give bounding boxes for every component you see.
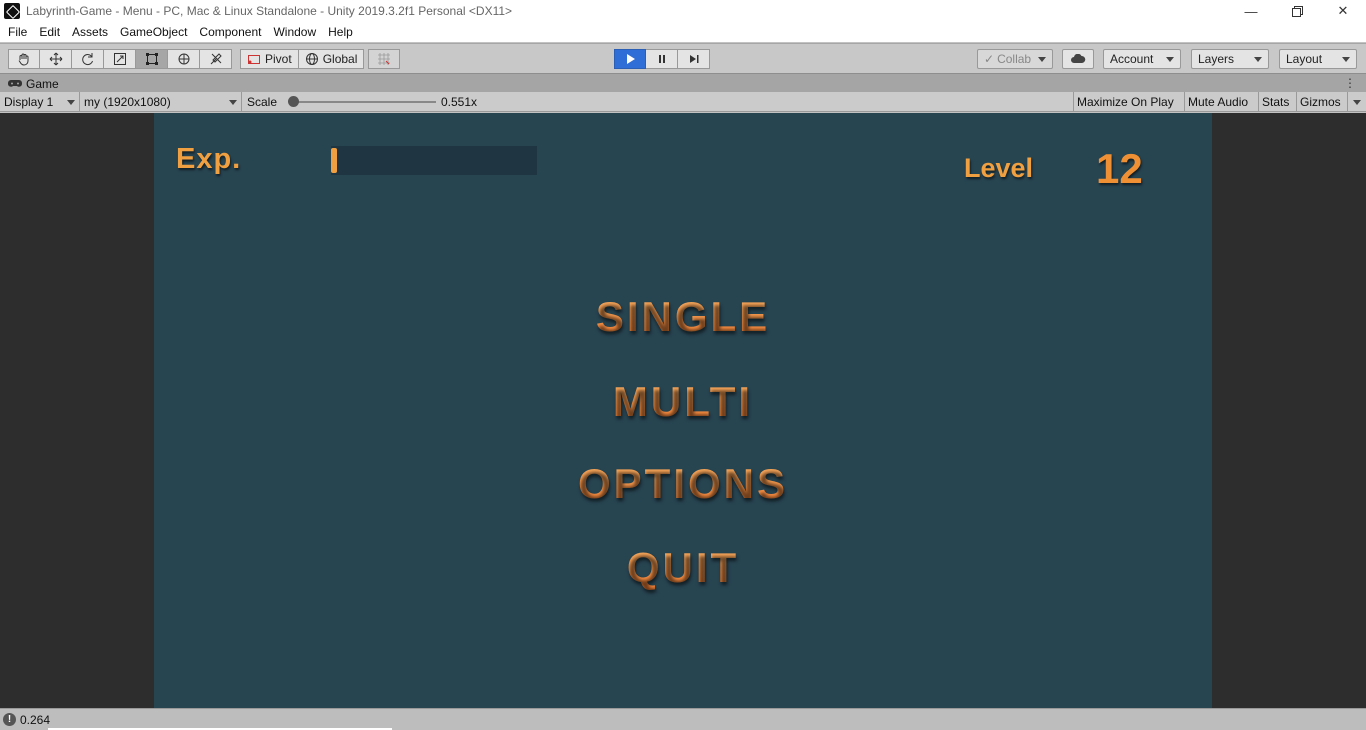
global-label: Global [322, 52, 358, 66]
pivot-toggles: Pivot Global [240, 49, 401, 69]
mute-audio-toggle[interactable]: Mute Audio [1184, 92, 1251, 112]
rect-tool-icon[interactable] [136, 49, 168, 69]
menu-file[interactable]: File [2, 22, 33, 42]
layers-label: Layers [1198, 52, 1235, 66]
cloud-button[interactable] [1062, 49, 1094, 69]
stats-label: Stats [1262, 95, 1290, 109]
restore-icon[interactable] [1274, 0, 1320, 22]
quit-button[interactable]: QUIT [154, 544, 1212, 592]
more-options-icon[interactable]: ⋮ [1344, 76, 1356, 90]
chevron-down-icon [1038, 56, 1046, 62]
move-tool-icon[interactable] [40, 49, 72, 69]
unity-logo-icon [4, 3, 20, 19]
status-bar: ! 0.264 [0, 708, 1366, 730]
pivot-button[interactable]: Pivot [240, 49, 299, 69]
scale-tool-icon[interactable] [104, 49, 136, 69]
scale-slider-track[interactable] [290, 101, 436, 103]
exp-label: Exp. [176, 143, 242, 175]
main-toolbar: Pivot Global ✓ Collab Account Layers Lay… [0, 43, 1366, 73]
display-label: Display 1 [4, 95, 54, 109]
custom-tool-icon[interactable] [200, 49, 232, 69]
global-button[interactable]: Global [298, 49, 365, 69]
menu-edit[interactable]: Edit [33, 22, 66, 42]
collab-label: Collab [997, 52, 1032, 66]
single-label: SINGLE [595, 293, 771, 340]
stats-toggle[interactable]: Stats [1258, 92, 1292, 112]
quit-label: QUIT [626, 544, 740, 591]
menu-gameobject[interactable]: GameObject [114, 22, 193, 42]
maximize-label: Maximize On Play [1077, 95, 1174, 109]
tab-game-label: Game [26, 76, 59, 91]
close-icon[interactable]: ✕ [1320, 0, 1366, 22]
chevron-down-icon [67, 99, 75, 105]
minimize-icon[interactable]: — [1228, 0, 1274, 22]
grid-snap-icon[interactable] [368, 49, 401, 69]
game-screen[interactable]: Exp. Level 12 SINGLE MULTI OPTIONS QUIT [154, 113, 1212, 708]
game-view-toolbar: Display 1 my (1920x1080) Scale 0.551x Ma… [0, 92, 1366, 112]
check-icon: ✓ [984, 52, 995, 66]
playback-controls [614, 49, 710, 69]
tab-game[interactable]: Game [4, 74, 63, 93]
menu-help[interactable]: Help [322, 22, 359, 42]
collab-dropdown[interactable]: ✓ Collab [977, 49, 1053, 69]
display-dropdown[interactable]: Display 1 [0, 92, 80, 112]
chevron-down-icon [1342, 56, 1350, 62]
rotate-tool-icon[interactable] [72, 49, 104, 69]
hand-tool-icon[interactable] [8, 49, 40, 69]
menu-window[interactable]: Window [267, 22, 322, 42]
gizmos-toggle[interactable]: Gizmos [1296, 92, 1344, 112]
status-value: 0.264 [20, 712, 51, 727]
resolution-label: my (1920x1080) [84, 95, 171, 109]
title-bar: Labyrinth-Game - Menu - PC, Mac & Linux … [0, 0, 1366, 22]
multi-label: MULTI [612, 378, 754, 425]
chevron-down-icon [229, 99, 237, 105]
options-label: OPTIONS [577, 460, 789, 507]
chevron-down-icon [1353, 99, 1361, 105]
menu-component[interactable]: Component [193, 22, 267, 42]
transform-tools [8, 49, 232, 69]
level-value: 12 [1096, 145, 1143, 192]
scale-slider-thumb[interactable] [288, 96, 299, 107]
single-button[interactable]: SINGLE [154, 293, 1212, 341]
gizmos-label: Gizmos [1300, 95, 1341, 109]
layers-dropdown[interactable]: Layers [1191, 49, 1269, 69]
layout-dropdown[interactable]: Layout [1279, 49, 1357, 69]
gamepad-icon [8, 80, 22, 87]
account-label: Account [1110, 52, 1154, 66]
exp-progress-bar [331, 146, 537, 175]
transform-tool-icon[interactable] [168, 49, 200, 69]
step-icon[interactable] [678, 49, 710, 69]
account-dropdown[interactable]: Account [1103, 49, 1181, 69]
warning-icon[interactable]: ! [3, 713, 16, 726]
layout-label: Layout [1286, 52, 1323, 66]
play-icon[interactable] [614, 49, 646, 69]
cloud-icon [1071, 54, 1086, 63]
game-tab-strip: Game ⋮ [0, 73, 1366, 92]
scale-control: Scale 0.551x [244, 92, 477, 112]
mute-label: Mute Audio [1188, 95, 1249, 109]
window-controls: — ✕ [1228, 0, 1366, 22]
scale-label: Scale [247, 95, 278, 109]
pause-icon[interactable] [646, 49, 678, 69]
options-button[interactable]: OPTIONS [154, 460, 1212, 508]
gizmos-dropdown[interactable] [1347, 92, 1366, 112]
pivot-label: Pivot [265, 52, 292, 66]
resolution-dropdown[interactable]: my (1920x1080) [80, 92, 242, 112]
chevron-down-icon [1166, 56, 1174, 62]
chevron-down-icon [1254, 56, 1262, 62]
level-label: Level [964, 153, 1034, 183]
menu-assets[interactable]: Assets [66, 22, 114, 42]
scale-value: 0.551x [441, 95, 478, 109]
window-title: Labyrinth-Game - Menu - PC, Mac & Linux … [26, 4, 513, 18]
multi-button[interactable]: MULTI [154, 378, 1212, 426]
menu-bar: File Edit Assets GameObject Component Wi… [0, 22, 1366, 42]
exp-progress-fill [331, 148, 337, 173]
maximize-on-play-toggle[interactable]: Maximize On Play [1073, 92, 1177, 112]
